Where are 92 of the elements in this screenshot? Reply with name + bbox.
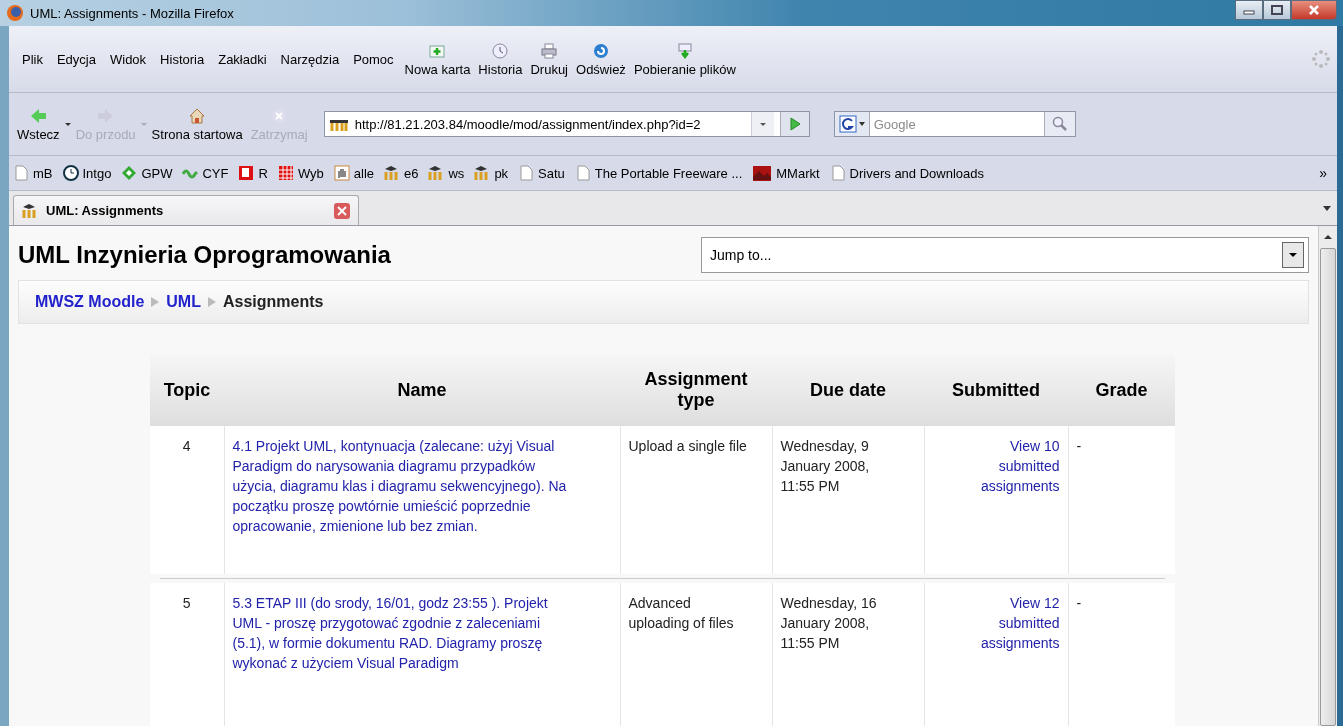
close-icon (1308, 5, 1320, 15)
tab[interactable]: UML: Assignments (13, 195, 359, 225)
clock-icon (62, 165, 79, 181)
scroll-thumb[interactable] (1320, 248, 1336, 726)
column-header: Submitted (924, 354, 1068, 426)
table-cell: 5 (150, 583, 224, 726)
bookmark[interactable]: MMarkt (752, 165, 820, 181)
toolbar-button[interactable]: Nowa karta (400, 41, 475, 77)
caret-icon (1289, 252, 1297, 258)
column-header: Assignment type (620, 354, 772, 426)
menu-item[interactable]: Pomoc (346, 51, 401, 67)
column-header: Topic (150, 354, 224, 426)
bookmark[interactable]: The Portable Freeware ... (574, 165, 743, 181)
bookmark[interactable]: ws (428, 165, 465, 181)
menu-item[interactable]: Plik (15, 51, 50, 67)
assignment-link[interactable]: 4.1 Projekt UML, kontynuacja (zalecane: użyj Visual Paradigm do narysowania diagramu przypadków użycia, diagramu klas i diagramu sekwencyjnego). Na początku proszę powtórnie umieścić poprzednie opracowanie, zmienione lub bez zmian. (232, 436, 573, 536)
bookmark[interactable]: Wyb (277, 165, 324, 181)
menu-item[interactable]: Edycja (49, 51, 103, 67)
browser-logo-icon (6, 4, 24, 22)
search-button[interactable] (1043, 112, 1075, 136)
scrollbar[interactable] (1318, 226, 1337, 726)
stop-icon (269, 106, 289, 125)
submissions-link[interactable]: View 10 submitted assignments (967, 436, 1060, 496)
search-engine-button[interactable] (834, 112, 870, 136)
scroll-up-icon (1324, 234, 1332, 240)
breadcrumb-current: Assignments (222, 293, 324, 311)
caret-icon (858, 121, 865, 127)
window-title: UML: Assignments - Mozilla Firefox (30, 5, 234, 21)
menu-item[interactable]: Widok (103, 51, 154, 67)
home-icon (187, 106, 207, 125)
breadcrumb-link[interactable]: MWSZ Moodle (35, 293, 145, 311)
history-icon (491, 41, 510, 60)
more-bookmarks-button[interactable]: » (1319, 165, 1333, 181)
table-cell: Advanced uploading of files (620, 583, 772, 726)
toolbar-button[interactable]: Pobieranie plików (629, 41, 740, 77)
table-cell: 4 (150, 426, 224, 574)
search-icon (1051, 116, 1068, 132)
history-dropdown-button[interactable] (750, 112, 774, 136)
page-icon (518, 165, 535, 181)
bookmark[interactable]: Intgo (62, 165, 112, 181)
toolbar-button[interactable]: Historia (474, 41, 527, 77)
menu-item[interactable]: Zakładki (211, 51, 274, 67)
grid-icon (277, 165, 294, 181)
menu-item[interactable]: Historia (153, 51, 212, 67)
column-header: Name (224, 354, 620, 426)
toolbar-button[interactable]: Drukuj (526, 41, 572, 77)
close-icon (337, 205, 347, 216)
reload-icon (591, 41, 610, 60)
nav-button[interactable]: Wstecz (13, 106, 64, 142)
play-icon (788, 117, 801, 131)
page-heading: UML Inzynieria Oprogramowania (18, 241, 392, 269)
close-tab-button[interactable] (334, 202, 350, 219)
close-button[interactable] (1291, 0, 1337, 20)
page-icon (829, 165, 846, 181)
download-icon (675, 41, 694, 60)
maximize-icon (1271, 5, 1283, 15)
page-icon (574, 165, 591, 181)
submissions-link[interactable]: View 12 submitted assignments (967, 593, 1060, 653)
separator-arrow-icon (150, 296, 161, 308)
jump-to-dropdown[interactable]: Jump to... (701, 237, 1309, 273)
bookmark[interactable]: pk (474, 165, 509, 181)
nav-button[interactable]: Strona startowa (147, 106, 247, 142)
bookmark[interactable]: CYF (182, 165, 229, 181)
assignment-link[interactable]: 5.3 ETAP III (do srody, 16/01, godz 23:55 ). Projekt UML - proszę przygotować zgodnie z zaleceniami (5.1), w formie dokumentu RAD. Diagramy proszę wykonać z użyciem Visual Paradigm (232, 593, 573, 673)
column-header: Grade (1068, 354, 1175, 426)
bookmark[interactable]: Drivers and Downloads (829, 165, 984, 181)
address-field[interactable]: http://81.21.203.84/moodle/mod/assignment/index.php?id=2 (323, 111, 810, 137)
maximize-button[interactable] (1263, 0, 1291, 20)
separator-arrow-icon (206, 296, 217, 308)
bookmark[interactable]: GPW (121, 165, 173, 181)
table-cell: - (1068, 583, 1175, 726)
bookmark[interactable]: e6 (384, 165, 419, 181)
caret-icon (758, 120, 767, 128)
menu-item[interactable]: Narzędzia (273, 51, 347, 67)
table-cell: Wednesday, 16 January 2008, 11:55 PM (772, 583, 924, 726)
go-button[interactable] (779, 112, 809, 136)
bookmark[interactable]: R (238, 165, 268, 181)
throbber-icon (1311, 49, 1331, 69)
photo-icon (752, 165, 773, 181)
bookmark[interactable]: alle (333, 165, 374, 181)
toolbar-button[interactable]: Odśwież (572, 41, 630, 77)
print-icon (540, 41, 559, 60)
tab-list-caret-icon (1323, 204, 1331, 212)
page-icon (13, 165, 29, 181)
search-field[interactable]: Google (833, 111, 1076, 137)
breadcrumb-link[interactable]: UML (166, 293, 201, 311)
minimize-button[interactable] (1235, 0, 1263, 20)
column-header: Due date (772, 354, 924, 426)
bookmark[interactable]: Satu (518, 165, 565, 181)
diamond-icon (121, 165, 138, 181)
bookmark[interactable]: mB (13, 165, 53, 181)
flag-icon (238, 165, 255, 181)
